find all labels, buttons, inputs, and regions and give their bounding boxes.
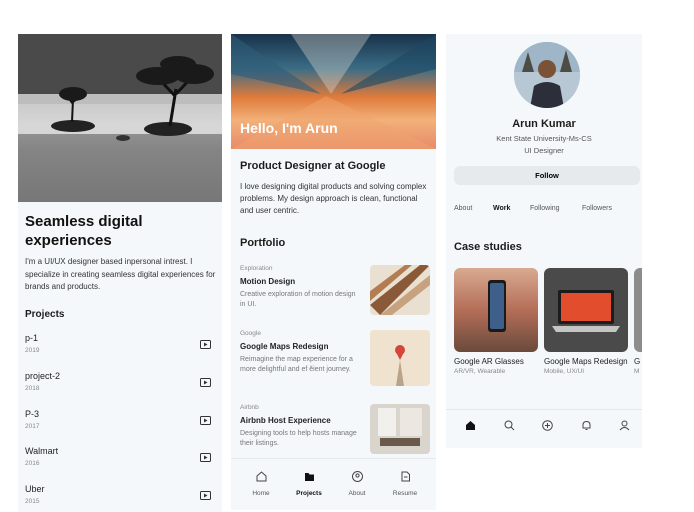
portfolio-card[interactable]: Exploration Motion Design Creative explo… bbox=[240, 265, 430, 325]
play-box-icon[interactable] bbox=[200, 336, 211, 354]
portfolio-card[interactable]: Google Google Maps Redesign Reimagine th… bbox=[240, 330, 430, 390]
case-subtitle: M bbox=[634, 368, 640, 375]
intro-text: I'm a UI/UX designer based inpersonal in… bbox=[25, 257, 216, 291]
project-name: p-1 bbox=[25, 333, 39, 343]
home-icon[interactable] bbox=[465, 418, 476, 436]
play-box-icon[interactable] bbox=[200, 374, 211, 392]
nav-projects[interactable]: Projects bbox=[289, 469, 329, 497]
portfolio-screen: Hello, I'm Arun Product Designer at Goog… bbox=[231, 34, 436, 510]
bottom-navigation bbox=[446, 409, 642, 448]
case-subtitle: AR/VR, Wearable bbox=[454, 368, 506, 375]
project-year: 2018 bbox=[25, 385, 40, 392]
card-category: Google bbox=[240, 330, 261, 337]
profile-tabs: About Work Following Followers bbox=[454, 205, 642, 225]
bell-icon[interactable] bbox=[581, 418, 592, 436]
case-study-card[interactable]: Google AR Glasses AR/VR, Wearable bbox=[454, 268, 538, 375]
card-title: Motion Design bbox=[240, 277, 296, 286]
card-description: Designing tools to help hosts manage the… bbox=[240, 430, 357, 447]
card-category: Exploration bbox=[240, 265, 273, 272]
nav-resume[interactable]: Resume bbox=[385, 469, 425, 497]
play-box-icon[interactable] bbox=[200, 487, 211, 505]
person-icon bbox=[351, 471, 363, 482]
card-category: Airbnb bbox=[240, 404, 259, 411]
project-year: 2019 bbox=[25, 347, 40, 354]
tab-work[interactable]: Work bbox=[493, 205, 510, 212]
case-studies-heading: Case studies bbox=[454, 241, 522, 253]
project-year: 2015 bbox=[25, 498, 40, 505]
follow-button[interactable]: Follow bbox=[454, 166, 640, 185]
bottom-navigation: Home Projects About Resume bbox=[231, 458, 436, 510]
hero-image-trees bbox=[18, 34, 222, 202]
card-title: Google Maps Redesign bbox=[240, 342, 329, 351]
projects-heading: Projects bbox=[25, 309, 65, 320]
case-study-card[interactable]: Google Maps Redesign Mobile, UX/UI bbox=[544, 268, 628, 375]
play-box-icon[interactable] bbox=[200, 449, 211, 467]
profile-icon[interactable] bbox=[619, 418, 630, 436]
ar-glasses-image bbox=[454, 268, 538, 352]
project-row[interactable]: Uber 2015 bbox=[25, 484, 215, 512]
home-icon bbox=[256, 471, 266, 482]
landing-screen: Seamless digital experiences I'm a UI/UX… bbox=[18, 34, 222, 512]
card-title: Airbnb Host Experience bbox=[240, 416, 331, 425]
project-name: Walmart bbox=[25, 446, 59, 456]
tab-followers[interactable]: Followers bbox=[582, 205, 612, 212]
nav-label: About bbox=[348, 490, 366, 497]
add-icon[interactable] bbox=[542, 418, 553, 436]
tab-about[interactable]: About bbox=[454, 205, 472, 212]
nav-label: Resume bbox=[392, 490, 418, 497]
hero-heading: Hello, I'm Arun bbox=[240, 120, 338, 136]
nav-label: Home bbox=[252, 490, 270, 497]
page-title: Seamless digital experiences bbox=[25, 213, 143, 249]
folder-icon bbox=[304, 473, 314, 481]
case-study-card[interactable]: G M bbox=[634, 268, 642, 375]
maps-thumbnail bbox=[370, 330, 430, 386]
card-description: Creative exploration of motion design in… bbox=[240, 291, 356, 308]
profile-role: UI Designer bbox=[524, 146, 564, 155]
project-row[interactable]: P-3 2017 bbox=[25, 409, 215, 441]
portfolio-card[interactable]: Airbnb Airbnb Host Experience Designing … bbox=[240, 404, 430, 464]
nav-home[interactable]: Home bbox=[241, 469, 281, 497]
card-description: Reimagine the map experience for a more … bbox=[240, 356, 353, 373]
play-box-icon[interactable] bbox=[200, 412, 211, 430]
case-title: G bbox=[634, 357, 641, 366]
profile-screen: Arun Kumar Kent State University-Ms-CS U… bbox=[446, 34, 642, 448]
profile-name: Arun Kumar bbox=[512, 118, 576, 130]
project-name: Uber bbox=[25, 484, 45, 494]
profile-university: Kent State University-Ms-CS bbox=[496, 134, 592, 143]
project-row[interactable]: Walmart 2016 bbox=[25, 446, 215, 478]
case-title: Google AR Glasses bbox=[454, 357, 524, 366]
maps-laptop-image bbox=[544, 268, 628, 352]
tab-following[interactable]: Following bbox=[530, 205, 560, 212]
project-row[interactable]: p-1 2019 bbox=[25, 333, 215, 365]
airbnb-thumbnail bbox=[370, 404, 430, 454]
project-year: 2017 bbox=[25, 423, 40, 430]
project-year: 2016 bbox=[25, 460, 40, 467]
portfolio-heading: Portfolio bbox=[240, 237, 286, 249]
nav-label: Projects bbox=[296, 490, 322, 497]
project-name: project-2 bbox=[25, 371, 61, 381]
case-title: Google Maps Redesign bbox=[544, 357, 628, 366]
document-icon bbox=[401, 471, 410, 482]
project-name: P-3 bbox=[25, 409, 40, 419]
job-title: Product Designer at Google bbox=[240, 160, 386, 172]
bio-text: I love designing digital products and so… bbox=[240, 182, 427, 215]
case-subtitle: Mobile, UX/UI bbox=[544, 368, 585, 375]
hero-image-gradient: Hello, I'm Arun bbox=[231, 34, 436, 149]
avatar bbox=[514, 42, 580, 108]
motion-design-thumbnail bbox=[370, 265, 430, 315]
project-row[interactable]: project-2 2018 bbox=[25, 371, 215, 403]
case-image bbox=[634, 268, 642, 352]
nav-about[interactable]: About bbox=[337, 469, 377, 497]
search-icon[interactable] bbox=[504, 418, 515, 436]
